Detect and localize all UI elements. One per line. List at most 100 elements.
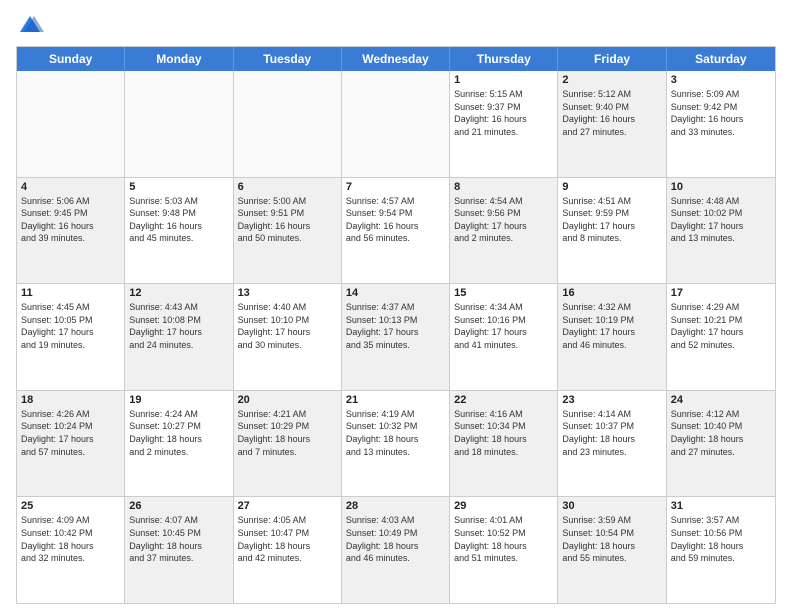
day-number-26: 26 <box>129 500 228 512</box>
day-number-9: 9 <box>562 181 661 193</box>
calendar-row-4: 18 Sunrise: 4:26 AM Sunset: 10:24 PM Dayl… <box>17 391 775 498</box>
day-info-5: Sunrise: 5:03 AM Sunset: 9:48 PM Dayligh… <box>129 195 228 245</box>
day-number-24: 24 <box>671 394 771 406</box>
calendar-row-1: 1Sunrise: 5:15 AM Sunset: 9:37 PM Daylig… <box>17 71 775 178</box>
day-number-31: 31 <box>671 500 771 512</box>
calendar-body: 1Sunrise: 5:15 AM Sunset: 9:37 PM Daylig… <box>17 71 775 603</box>
day-cell-13: 13Sunrise: 4:40 AM Sunset: 10:10 PM Dayl… <box>234 284 342 390</box>
day-info-20: Sunrise: 4:21 AM Sunset: 10:29 PM Daylig… <box>238 408 337 458</box>
day-cell-31: 31 Sunrise: 3:57 AM Sunset: 10:56 PM Dayl… <box>667 497 775 603</box>
day-cell-25: 25 Sunrise: 4:09 AM Sunset: 10:42 PM Dayl… <box>17 497 125 603</box>
day-info-24: Sunrise: 4:12 AM Sunset: 10:40 PM Daylig… <box>671 408 771 458</box>
weekday-header-tuesday: Tuesday <box>234 47 342 71</box>
day-info-6: Sunrise: 5:00 AM Sunset: 9:51 PM Dayligh… <box>238 195 337 245</box>
day-number-11: 11 <box>21 287 120 299</box>
day-number-21: 21 <box>346 394 445 406</box>
day-info-17: Sunrise: 4:29 AM Sunset: 10:21 PM Daylig… <box>671 301 771 351</box>
day-info-25: Sunrise: 4:09 AM Sunset: 10:42 PM Daylig… <box>21 514 120 564</box>
day-number-17: 17 <box>671 287 771 299</box>
day-info-11: Sunrise: 4:45 AM Sunset: 10:05 PM Daylig… <box>21 301 120 351</box>
day-number-7: 7 <box>346 181 445 193</box>
day-info-19: Sunrise: 4:24 AM Sunset: 10:27 PM Daylig… <box>129 408 228 458</box>
day-cell-6: 6 Sunrise: 5:00 AM Sunset: 9:51 PM Daylig… <box>234 178 342 284</box>
day-cell-5: 5 Sunrise: 5:03 AM Sunset: 9:48 PM Daylig… <box>125 178 233 284</box>
empty-cell-r0c0 <box>17 71 125 177</box>
day-number-23: 23 <box>562 394 661 406</box>
day-info-28: Sunrise: 4:03 AM Sunset: 10:49 PM Daylig… <box>346 514 445 564</box>
weekday-header-thursday: Thursday <box>450 47 558 71</box>
day-info-7: Sunrise: 4:57 AM Sunset: 9:54 PM Dayligh… <box>346 195 445 245</box>
day-cell-22: 22 Sunrise: 4:16 AM Sunset: 10:34 PM Dayl… <box>450 391 558 497</box>
day-cell-9: 9 Sunrise: 4:51 AM Sunset: 9:59 PM Daylig… <box>558 178 666 284</box>
day-number-29: 29 <box>454 500 553 512</box>
day-cell-15: 15Sunrise: 4:34 AM Sunset: 10:16 PM Dayl… <box>450 284 558 390</box>
day-cell-30: 30Sunrise: 3:59 AM Sunset: 10:54 PM Dayl… <box>558 497 666 603</box>
day-number-8: 8 <box>454 181 553 193</box>
day-cell-26: 26 Sunrise: 4:07 AM Sunset: 10:45 PM Dayl… <box>125 497 233 603</box>
day-number-15: 15 <box>454 287 553 299</box>
page: SundayMondayTuesdayWednesdayThursdayFrid… <box>0 0 792 612</box>
calendar-header: SundayMondayTuesdayWednesdayThursdayFrid… <box>17 47 775 71</box>
day-cell-17: 17 Sunrise: 4:29 AM Sunset: 10:21 PM Dayl… <box>667 284 775 390</box>
day-info-18: Sunrise: 4:26 AM Sunset: 10:24 PM Daylig… <box>21 408 120 458</box>
weekday-header-wednesday: Wednesday <box>342 47 450 71</box>
weekday-header-friday: Friday <box>558 47 666 71</box>
day-info-4: Sunrise: 5:06 AM Sunset: 9:45 PM Dayligh… <box>21 195 120 245</box>
day-info-10: Sunrise: 4:48 AM Sunset: 10:02 PM Daylig… <box>671 195 771 245</box>
day-info-31: Sunrise: 3:57 AM Sunset: 10:56 PM Daylig… <box>671 514 771 564</box>
day-number-5: 5 <box>129 181 228 193</box>
logo <box>16 12 48 40</box>
day-number-25: 25 <box>21 500 120 512</box>
day-cell-28: 28 Sunrise: 4:03 AM Sunset: 10:49 PM Dayl… <box>342 497 450 603</box>
empty-cell-r0c1 <box>125 71 233 177</box>
day-number-14: 14 <box>346 287 445 299</box>
day-number-22: 22 <box>454 394 553 406</box>
calendar: SundayMondayTuesdayWednesdayThursdayFrid… <box>16 46 776 604</box>
day-cell-11: 11 Sunrise: 4:45 AM Sunset: 10:05 PM Dayl… <box>17 284 125 390</box>
header <box>16 12 776 40</box>
day-info-3: Sunrise: 5:09 AM Sunset: 9:42 PM Dayligh… <box>671 88 771 138</box>
day-info-23: Sunrise: 4:14 AM Sunset: 10:37 PM Daylig… <box>562 408 661 458</box>
calendar-row-3: 11 Sunrise: 4:45 AM Sunset: 10:05 PM Dayl… <box>17 284 775 391</box>
day-info-2: Sunrise: 5:12 AM Sunset: 9:40 PM Dayligh… <box>562 88 661 138</box>
day-cell-1: 1Sunrise: 5:15 AM Sunset: 9:37 PM Daylig… <box>450 71 558 177</box>
day-cell-18: 18 Sunrise: 4:26 AM Sunset: 10:24 PM Dayl… <box>17 391 125 497</box>
day-info-26: Sunrise: 4:07 AM Sunset: 10:45 PM Daylig… <box>129 514 228 564</box>
day-info-30: Sunrise: 3:59 AM Sunset: 10:54 PM Daylig… <box>562 514 661 564</box>
day-cell-12: 12 Sunrise: 4:43 AM Sunset: 10:08 PM Dayl… <box>125 284 233 390</box>
day-info-13: Sunrise: 4:40 AM Sunset: 10:10 PM Daylig… <box>238 301 337 351</box>
calendar-row-5: 25 Sunrise: 4:09 AM Sunset: 10:42 PM Dayl… <box>17 497 775 603</box>
day-info-22: Sunrise: 4:16 AM Sunset: 10:34 PM Daylig… <box>454 408 553 458</box>
day-cell-4: 4 Sunrise: 5:06 AM Sunset: 9:45 PM Daylig… <box>17 178 125 284</box>
day-number-6: 6 <box>238 181 337 193</box>
logo-icon <box>16 12 44 40</box>
day-info-29: Sunrise: 4:01 AM Sunset: 10:52 PM Daylig… <box>454 514 553 564</box>
day-number-1: 1 <box>454 74 553 86</box>
day-number-2: 2 <box>562 74 661 86</box>
day-cell-27: 27 Sunrise: 4:05 AM Sunset: 10:47 PM Dayl… <box>234 497 342 603</box>
day-cell-8: 8Sunrise: 4:54 AM Sunset: 9:56 PM Daylig… <box>450 178 558 284</box>
day-cell-3: 3 Sunrise: 5:09 AM Sunset: 9:42 PM Daylig… <box>667 71 775 177</box>
day-number-18: 18 <box>21 394 120 406</box>
day-cell-20: 20 Sunrise: 4:21 AM Sunset: 10:29 PM Dayl… <box>234 391 342 497</box>
day-cell-14: 14 Sunrise: 4:37 AM Sunset: 10:13 PM Dayl… <box>342 284 450 390</box>
day-cell-10: 10 Sunrise: 4:48 AM Sunset: 10:02 PM Dayl… <box>667 178 775 284</box>
day-info-14: Sunrise: 4:37 AM Sunset: 10:13 PM Daylig… <box>346 301 445 351</box>
day-number-16: 16 <box>562 287 661 299</box>
day-cell-19: 19Sunrise: 4:24 AM Sunset: 10:27 PM Dayl… <box>125 391 233 497</box>
calendar-row-2: 4 Sunrise: 5:06 AM Sunset: 9:45 PM Daylig… <box>17 178 775 285</box>
day-number-4: 4 <box>21 181 120 193</box>
day-number-20: 20 <box>238 394 337 406</box>
day-cell-16: 16Sunrise: 4:32 AM Sunset: 10:19 PM Dayl… <box>558 284 666 390</box>
day-number-28: 28 <box>346 500 445 512</box>
day-number-10: 10 <box>671 181 771 193</box>
day-info-27: Sunrise: 4:05 AM Sunset: 10:47 PM Daylig… <box>238 514 337 564</box>
day-info-9: Sunrise: 4:51 AM Sunset: 9:59 PM Dayligh… <box>562 195 661 245</box>
day-cell-29: 29 Sunrise: 4:01 AM Sunset: 10:52 PM Dayl… <box>450 497 558 603</box>
day-number-27: 27 <box>238 500 337 512</box>
day-cell-2: 2 Sunrise: 5:12 AM Sunset: 9:40 PM Daylig… <box>558 71 666 177</box>
weekday-header-sunday: Sunday <box>17 47 125 71</box>
day-number-3: 3 <box>671 74 771 86</box>
day-number-12: 12 <box>129 287 228 299</box>
day-info-12: Sunrise: 4:43 AM Sunset: 10:08 PM Daylig… <box>129 301 228 351</box>
